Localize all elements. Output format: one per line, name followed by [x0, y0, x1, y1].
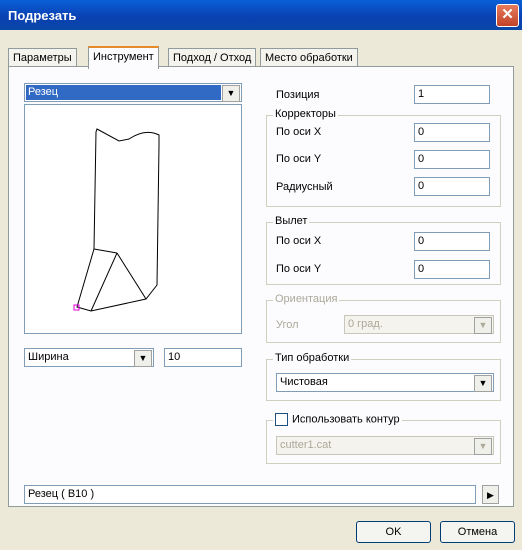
chevron-down-icon: ▼ — [474, 375, 492, 392]
position-input[interactable]: 1 — [414, 85, 490, 104]
tool-name-field[interactable]: Резец ( B10 ) — [24, 485, 476, 504]
dimension-select-value: Ширина — [28, 351, 69, 363]
process-type-value: Чистовая — [280, 376, 328, 388]
contour-select-value: cutter1.cat — [280, 439, 332, 451]
orientation-title: Ориентация — [273, 293, 340, 305]
angle-select-value: 0 град. — [348, 318, 383, 330]
corrector-y-input[interactable]: 0 — [414, 150, 490, 169]
chevron-right-icon: ▶ — [487, 490, 494, 500]
dimension-input[interactable]: 10 — [164, 348, 242, 367]
contour-select[interactable]: cutter1.cat ▼ — [276, 436, 494, 455]
contour-checkbox[interactable] — [275, 413, 288, 426]
window-title: Подрезать — [8, 8, 77, 23]
process-type-title: Тип обработки — [273, 352, 352, 364]
corrector-x-input[interactable]: 0 — [414, 123, 490, 142]
tool-select-value: Резец — [26, 85, 221, 100]
overhang-title: Вылет — [273, 215, 310, 227]
chevron-down-icon: ▼ — [134, 350, 152, 367]
corrector-y-label: По оси Y — [276, 153, 322, 165]
angle-label: Угол — [276, 319, 299, 331]
tab-tool[interactable]: Инструмент — [88, 46, 159, 69]
chevron-down-icon: ▼ — [474, 317, 492, 334]
cancel-button[interactable]: Отмена — [440, 521, 515, 543]
tab-machining-place[interactable]: Место обработки — [260, 48, 358, 67]
ok-button[interactable]: OK — [356, 521, 431, 543]
contour-checkbox-label: Использовать контур — [292, 413, 400, 426]
title-bar: Подрезать ✕ — [0, 0, 522, 30]
correctors-title: Корректоры — [273, 108, 338, 120]
overhang-x-input[interactable]: 0 — [414, 232, 490, 251]
close-icon: ✕ — [501, 6, 514, 23]
tool-select[interactable]: Резец ▼ — [24, 83, 242, 102]
position-label: Позиция — [276, 89, 320, 101]
tab-parameters[interactable]: Параметры — [8, 48, 77, 67]
tool-preview — [24, 104, 242, 334]
chevron-down-icon: ▼ — [222, 85, 240, 102]
chevron-down-icon: ▼ — [474, 438, 492, 455]
corrector-radius-label: Радиусный — [276, 181, 333, 193]
overhang-y-label: По оси Y — [276, 263, 322, 275]
overhang-y-input[interactable]: 0 — [414, 260, 490, 279]
close-button[interactable]: ✕ — [496, 4, 519, 27]
angle-select[interactable]: 0 град. ▼ — [344, 315, 494, 334]
overhang-x-label: По оси X — [276, 235, 322, 247]
corrector-x-label: По оси X — [276, 126, 322, 138]
process-type-select[interactable]: Чистовая ▼ — [276, 373, 494, 392]
contour-legend: Использовать контур — [273, 413, 402, 426]
dialog-window: Подрезать ✕ Параметры Инструмент Подход … — [0, 0, 522, 550]
tab-approach[interactable]: Подход / Отход — [168, 48, 257, 67]
dimension-select[interactable]: Ширина ▼ — [24, 348, 154, 367]
expand-button[interactable]: ▶ — [482, 485, 499, 504]
tool-shape-drawing — [73, 128, 160, 312]
corrector-radius-input[interactable]: 0 — [414, 177, 490, 196]
